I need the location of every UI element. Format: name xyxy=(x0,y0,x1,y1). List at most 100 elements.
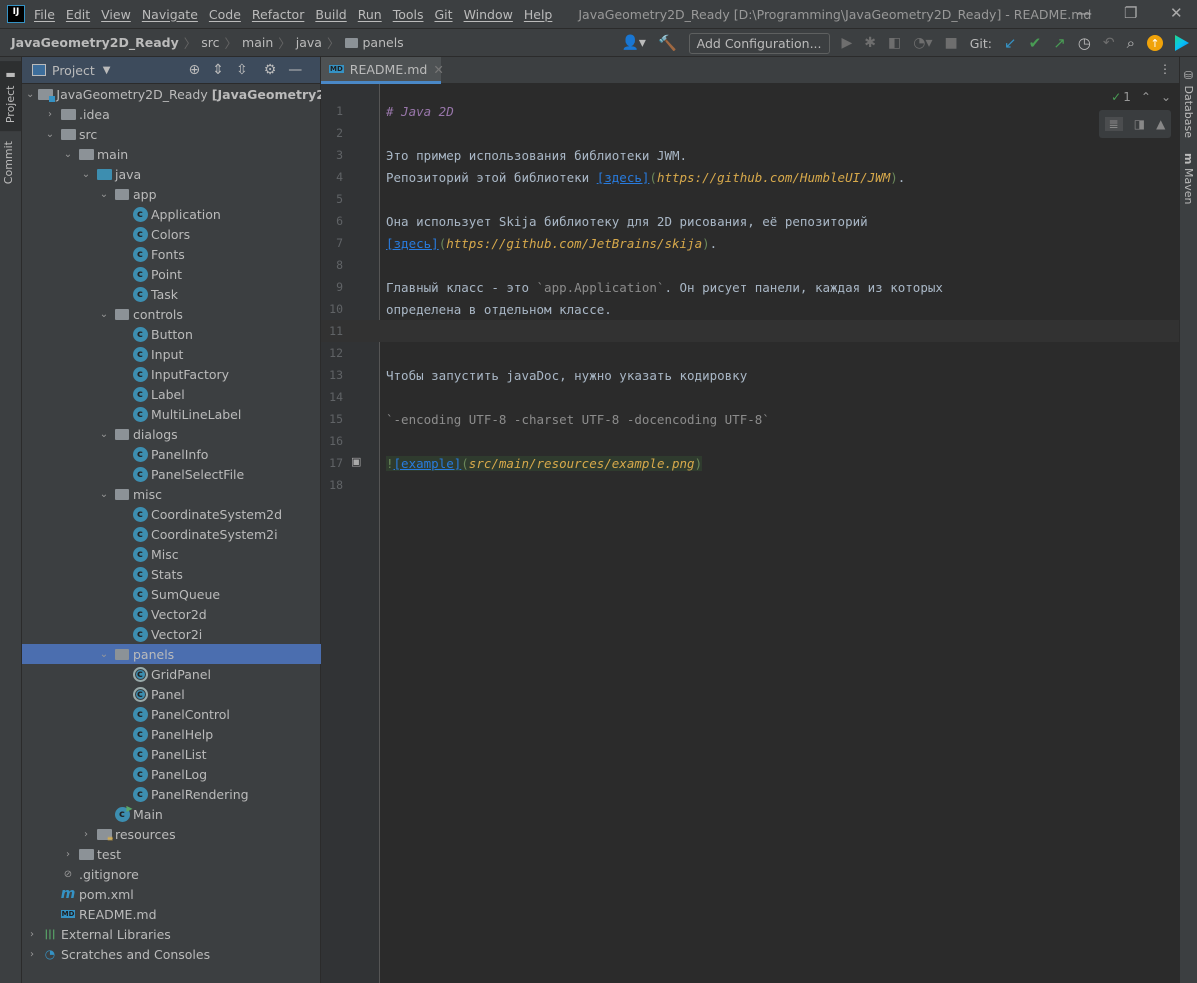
rollback-icon[interactable]: ↶ xyxy=(1103,35,1115,51)
tree-item[interactable]: c PanelControl xyxy=(22,704,321,724)
editor-only-icon[interactable]: ≣ xyxy=(1104,117,1123,131)
menu-code[interactable]: Code xyxy=(209,7,241,22)
chevron-right-icon[interactable]: › xyxy=(80,829,92,840)
chevron-down-icon[interactable]: ⌄ xyxy=(80,169,92,180)
tree-item[interactable]: c Panel xyxy=(22,684,321,704)
breadcrumb-panels[interactable]: panels xyxy=(363,35,404,50)
tree-item[interactable]: c PanelHelp xyxy=(22,724,321,744)
tree-item[interactable]: ⌄ panels xyxy=(22,644,321,664)
tree-item[interactable]: c GridPanel xyxy=(22,664,321,684)
commit-tool-tab[interactable]: Commit xyxy=(2,137,15,188)
run-icon[interactable]: ▶ xyxy=(842,35,853,51)
code-line[interactable] xyxy=(321,320,1179,342)
chevron-right-icon[interactable]: › xyxy=(26,949,38,960)
tree-item[interactable]: ⌄ src xyxy=(22,124,321,144)
tree-item[interactable]: › ||| External Libraries xyxy=(22,924,321,944)
tree-item[interactable]: ⊘ .gitignore xyxy=(22,864,321,884)
tree-item[interactable]: ⌄ java xyxy=(22,164,321,184)
menu-build[interactable]: Build xyxy=(315,7,346,22)
chevron-down-icon[interactable]: ⌄ xyxy=(26,89,34,100)
tree-item[interactable]: c PanelSelectFile xyxy=(22,464,321,484)
locate-icon[interactable]: ⊕ xyxy=(188,62,200,78)
code-line[interactable]: ![example](src/main/resources/example.pn… xyxy=(321,452,1179,474)
expand-all-icon[interactable]: ⇕ xyxy=(212,62,224,78)
code-token[interactable]: [example] xyxy=(394,456,462,471)
code-line[interactable] xyxy=(321,474,1179,496)
chevron-down-icon[interactable]: ▼ xyxy=(103,65,111,76)
chevron-down-icon[interactable]: ⌄ xyxy=(98,189,110,200)
code-line[interactable] xyxy=(321,188,1179,210)
tree-item[interactable]: c CoordinateSystem2d xyxy=(22,504,321,524)
tree-item[interactable]: c Fonts xyxy=(22,244,321,264)
tree-item[interactable]: ⌄ misc xyxy=(22,484,321,504)
code-token[interactable]: src/main/resources/example.png xyxy=(469,456,695,471)
close-tab-icon[interactable]: ✕ xyxy=(433,62,443,77)
maven-tool-tab[interactable]: m Maven xyxy=(1182,153,1195,204)
maximize-button[interactable]: ❐ xyxy=(1124,4,1137,22)
chevron-down-icon[interactable]: ⌄ xyxy=(98,489,110,500)
previous-highlight-icon[interactable]: ⌃ xyxy=(1141,90,1151,104)
tree-item[interactable]: c Point xyxy=(22,264,321,284)
chevron-right-icon[interactable]: › xyxy=(44,109,56,120)
stop-icon[interactable]: ■ xyxy=(945,35,958,51)
code-line[interactable]: Репозиторий этой библиотеки [здесь](http… xyxy=(321,166,1179,188)
add-configuration-button[interactable]: Add Configuration... xyxy=(688,32,830,54)
code-line[interactable] xyxy=(321,430,1179,452)
project-view-selector[interactable]: Project xyxy=(52,63,95,78)
code-token[interactable]: [здесь] xyxy=(386,236,439,251)
tree-item[interactable]: › test xyxy=(22,844,321,864)
tree-item[interactable]: ⌄ controls xyxy=(22,304,321,324)
code-line[interactable]: Это пример использования библиотеки JWM. xyxy=(321,144,1179,166)
tree-item[interactable]: ⌄ JavaGeometry2D_Ready [JavaGeometry2D_0]… xyxy=(22,84,370,104)
tree-item[interactable]: c Input xyxy=(22,344,321,364)
breadcrumb-src[interactable]: src xyxy=(201,35,219,50)
git-history-icon[interactable]: ◷ xyxy=(1078,34,1091,52)
chevron-right-icon[interactable]: › xyxy=(62,849,74,860)
menu-file[interactable]: File xyxy=(34,7,55,22)
collapse-all-icon[interactable]: ⇳ xyxy=(236,62,248,78)
code-token[interactable]: https://github.com/JetBrains/skija xyxy=(446,236,702,251)
menu-run[interactable]: Run xyxy=(358,7,382,22)
build-hammer-icon[interactable]: 🔨 xyxy=(658,34,677,52)
next-highlight-icon[interactable]: ⌄ xyxy=(1161,90,1171,104)
code-line[interactable]: определена в отдельном классе. xyxy=(321,298,1179,320)
debug-icon[interactable]: ✱ xyxy=(864,35,876,51)
chevron-right-icon[interactable]: › xyxy=(26,929,38,940)
tree-item[interactable]: c Vector2i xyxy=(22,624,321,644)
project-tool-tab[interactable]: Project ▬ xyxy=(0,61,21,132)
menu-navigate[interactable]: Navigate xyxy=(142,7,198,22)
tree-item[interactable]: c Colors xyxy=(22,224,321,244)
code-line[interactable]: `-encoding UTF-8 -charset UTF-8 -docenco… xyxy=(321,408,1179,430)
tree-item[interactable]: MD README.md xyxy=(22,904,321,924)
code-line[interactable]: [здесь](https://github.com/JetBrains/ski… xyxy=(321,232,1179,254)
tree-item[interactable]: ⌄ app xyxy=(22,184,321,204)
minimize-button[interactable]: — xyxy=(1077,4,1092,22)
close-button[interactable]: ✕ xyxy=(1170,4,1183,22)
tree-item[interactable]: › ◔ Scratches and Consoles xyxy=(22,944,321,964)
breadcrumb-main[interactable]: main xyxy=(242,35,273,50)
menu-tools[interactable]: Tools xyxy=(393,7,424,22)
tree-item[interactable]: c PanelInfo xyxy=(22,444,321,464)
tree-item[interactable]: ⌄ dialogs xyxy=(22,424,321,444)
preview-only-icon[interactable]: ▲ xyxy=(1156,117,1165,131)
tree-item[interactable]: ⌄ main xyxy=(22,144,321,164)
tree-item[interactable]: c InputFactory xyxy=(22,364,321,384)
split-view-icon[interactable]: ◨ xyxy=(1134,117,1145,131)
tree-item[interactable]: c Misc xyxy=(22,544,321,564)
image-preview-icon[interactable]: ▣ xyxy=(351,455,361,468)
code-line[interactable]: # Java 2D xyxy=(321,100,1179,122)
tree-item[interactable]: c PanelLog xyxy=(22,764,321,784)
tree-item[interactable]: › ≡ resources xyxy=(22,824,321,844)
code-line[interactable] xyxy=(321,254,1179,276)
tree-item[interactable]: c PanelRendering xyxy=(22,784,321,804)
chevron-down-icon[interactable]: ⌄ xyxy=(98,429,110,440)
chevron-down-icon[interactable]: ⌄ xyxy=(62,149,74,160)
menu-view[interactable]: View xyxy=(101,7,131,22)
user-icon[interactable]: 👤▾ xyxy=(621,35,645,51)
code-line[interactable] xyxy=(321,342,1179,364)
menu-git[interactable]: Git xyxy=(435,7,453,22)
tree-item[interactable]: m pom.xml xyxy=(22,884,321,904)
menu-help[interactable]: Help xyxy=(524,7,553,22)
toolbox-icon[interactable] xyxy=(1175,35,1189,51)
tree-item[interactable]: c Button xyxy=(22,324,321,344)
